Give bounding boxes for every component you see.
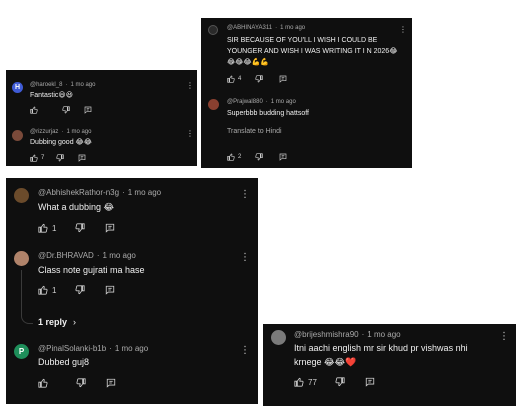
more-options-icon[interactable]: ⋮	[186, 130, 194, 138]
like-count: 77	[308, 377, 317, 387]
comment-meta: @PinalSolanki-b1b · 1 mo ago	[38, 344, 149, 353]
comment-time[interactable]: 1 mo ago	[280, 25, 305, 31]
reply-icon[interactable]	[106, 378, 116, 388]
like-count: 4	[238, 76, 242, 82]
comment-author[interactable]: @Dr.BHRAVAD	[38, 251, 94, 260]
chevron-right-icon: ›	[73, 317, 77, 327]
thread-line	[21, 270, 33, 324]
comment-meta: @rizzurjaz · 1 mo ago	[30, 129, 92, 135]
avatar[interactable]	[208, 99, 219, 110]
reply-icon[interactable]	[105, 223, 115, 233]
avatar[interactable]	[14, 251, 29, 266]
translate-link[interactable]: Translate to Hindi	[227, 128, 282, 135]
like-icon[interactable]	[294, 377, 304, 387]
like-icon[interactable]	[30, 106, 38, 114]
more-options-icon[interactable]: ⋮	[240, 253, 250, 263]
comment-actions	[38, 378, 116, 388]
comment-actions: 7	[30, 154, 86, 162]
more-options-icon[interactable]: ⋮	[399, 26, 407, 34]
comment-meta: @Dr.BHRAVAD · 1 mo ago	[38, 251, 136, 260]
comment-meta: @AbhishekRathor-n3g · 1 mo ago	[38, 188, 162, 197]
reply-icon[interactable]	[279, 153, 287, 161]
like-count: 2	[238, 154, 242, 160]
comment-text: Fantastic😃😃	[30, 92, 73, 99]
comment-author[interactable]: @AbhishekRathor-n3g	[38, 188, 119, 197]
reply-icon[interactable]	[78, 154, 86, 162]
comment-time[interactable]: 1 mo ago	[70, 82, 95, 88]
avatar[interactable]	[12, 130, 23, 141]
like-icon[interactable]	[227, 153, 235, 161]
comment-author[interactable]: @Prajwal880	[227, 99, 263, 105]
comment-meta: @brijeshmishra90 · 1 mo ago	[294, 330, 401, 339]
comment-author[interactable]: @ABHINAYA311	[227, 25, 272, 31]
comment-panel-c: @AbhishekRathor-n3g · 1 mo ago What a dubb…	[6, 178, 258, 404]
like-icon[interactable]	[38, 378, 48, 388]
more-options-icon[interactable]: ⋮	[240, 346, 250, 356]
comment-time[interactable]: 1 mo ago	[367, 330, 400, 339]
comment-text: Dubbing good 😂😂	[30, 139, 92, 146]
comment-author[interactable]: @brijeshmishra90	[294, 330, 359, 339]
view-replies-button[interactable]: 1 reply ›	[38, 317, 76, 327]
dislike-icon[interactable]	[75, 285, 86, 295]
more-options-icon[interactable]: ⋮	[499, 332, 509, 342]
comment-time[interactable]: 1 mo ago	[66, 129, 91, 135]
comment-time[interactable]: 1 mo ago	[115, 344, 148, 353]
comment-actions	[30, 106, 92, 114]
comment-panel-d: @brijeshmishra90 · 1 mo ago Itni aachi eng…	[263, 324, 516, 406]
reply-icon[interactable]	[279, 75, 287, 83]
dislike-icon[interactable]	[75, 223, 86, 233]
avatar[interactable]	[271, 330, 286, 345]
dislike-icon[interactable]	[76, 378, 86, 388]
comment-actions: 1	[38, 285, 115, 295]
avatar[interactable]	[14, 188, 29, 203]
comment-meta: @haroekl_8 · 1 mo ago	[30, 82, 96, 88]
comment-meta: @Prajwal880 · 1 mo ago	[227, 99, 296, 105]
like-count: 1	[52, 223, 57, 233]
reply-icon[interactable]	[84, 106, 92, 114]
like-icon[interactable]	[30, 154, 38, 162]
like-count: 7	[41, 155, 45, 161]
like-count: 1	[52, 285, 57, 295]
like-icon[interactable]	[38, 223, 48, 233]
comment-text: Class note gujrati ma hase	[38, 265, 145, 275]
dislike-icon[interactable]	[255, 75, 264, 83]
like-icon[interactable]	[227, 75, 235, 83]
comment-text: Dubbed guj8	[38, 357, 90, 367]
avatar[interactable]: H	[12, 82, 23, 93]
comment-panel-b: @ABHINAYA311 · 1 mo ago SIR BECAUSE OF YOU…	[201, 18, 412, 168]
comment-text: What a dubbing 😂	[38, 202, 115, 212]
comment-text: Itni aachi english mr sir khud pr vishwa…	[294, 343, 468, 367]
avatar[interactable]: P	[14, 344, 29, 359]
more-options-icon[interactable]: ⋮	[240, 190, 250, 200]
comment-actions: 2	[227, 153, 287, 161]
comment-actions: 77	[294, 377, 375, 387]
comment-actions: 4	[227, 75, 287, 83]
dislike-icon[interactable]	[255, 153, 264, 161]
comment-panel-a: H @haroekl_8 · 1 mo ago Fantastic😃😃 ⋮ @riz…	[6, 70, 197, 166]
comment-text: Superbbb budding hattsoff	[227, 110, 309, 117]
reply-icon[interactable]	[365, 377, 375, 387]
comment-author[interactable]: @PinalSolanki-b1b	[38, 344, 106, 353]
comment-time[interactable]: 1 mo ago	[103, 251, 136, 260]
dislike-icon[interactable]	[335, 377, 345, 387]
dislike-icon[interactable]	[62, 106, 70, 114]
comment-actions: 1	[38, 223, 115, 233]
more-options-icon[interactable]: ⋮	[186, 82, 194, 90]
replies-label: 1 reply	[38, 317, 68, 327]
comment-time[interactable]: 1 mo ago	[128, 188, 161, 197]
like-icon[interactable]	[38, 285, 48, 295]
avatar[interactable]	[208, 25, 218, 35]
comment-meta: @ABHINAYA311 · 1 mo ago	[227, 25, 306, 31]
dislike-icon[interactable]	[56, 154, 65, 162]
reply-icon[interactable]	[105, 285, 115, 295]
comment-author[interactable]: @rizzurjaz	[30, 129, 58, 135]
comment-time[interactable]: 1 mo ago	[271, 99, 296, 105]
comment-author[interactable]: @haroekl_8	[30, 82, 62, 88]
comment-text: SIR BECAUSE OF YOU'LL I WISH I COULD BE …	[227, 37, 398, 66]
